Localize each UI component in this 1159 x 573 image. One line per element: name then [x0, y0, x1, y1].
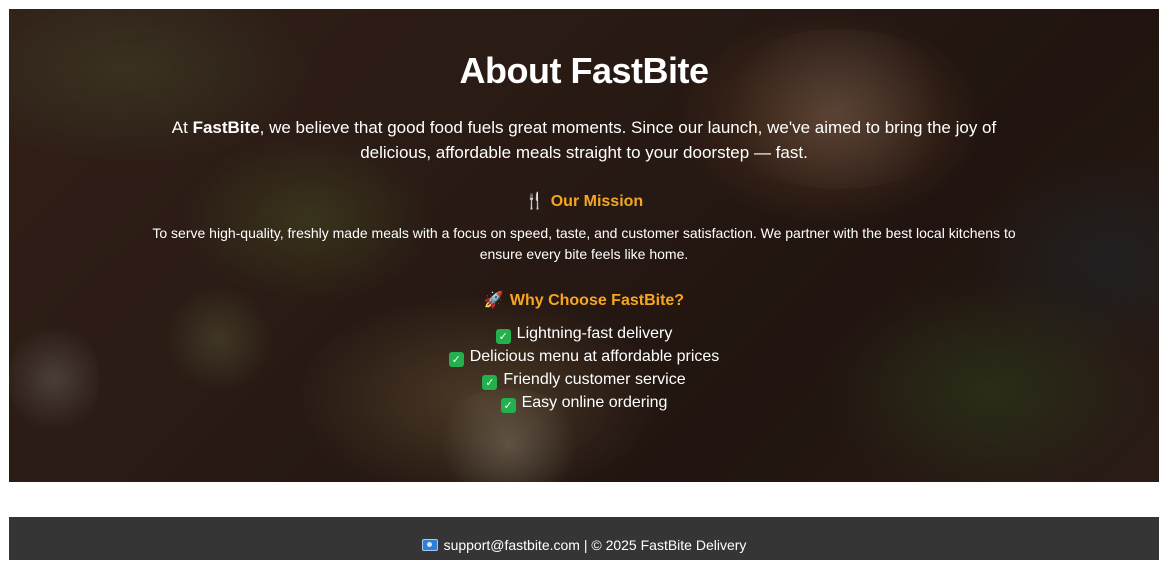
rocket-icon: 🚀: [483, 290, 504, 309]
check-box-icon: ✓: [500, 398, 516, 413]
feature-item: ✓ Easy online ordering: [9, 391, 1159, 414]
check-box-icon: ✓: [482, 375, 498, 390]
mission-text: To serve high-quality, freshly made meal…: [152, 225, 1016, 262]
why-heading: 🚀 Why Choose FastBite?: [9, 290, 1159, 310]
fork-knife-icon: 🍴: [524, 191, 545, 210]
feature-text: Lightning-fast delivery: [516, 325, 673, 342]
feature-item: ✓ Lightning-fast delivery: [9, 322, 1159, 345]
feature-list: ✓ Lightning-fast delivery ✓ Delicious menu…: [9, 322, 1159, 414]
intro-prefix: At: [171, 118, 193, 137]
intro-paragraph: At FastBite, we believe that good food f…: [149, 115, 1019, 165]
mission-heading-text: Our Mission: [550, 193, 644, 210]
feature-item: ✓ Delicious menu at affordable prices: [9, 345, 1159, 368]
about-hero: About FastBite At FastBite, we believe t…: [9, 9, 1159, 482]
mission-heading: 🍴 Our Mission: [9, 191, 1159, 211]
why-heading-text: Why Choose FastBite?: [509, 292, 685, 309]
check-box-icon: ✓: [448, 352, 464, 367]
intro-rest: , we believe that good food fuels great …: [259, 118, 997, 162]
feature-text: Friendly customer service: [503, 371, 686, 388]
feature-item: ✓ Friendly customer service: [9, 368, 1159, 391]
site-footer: support@fastbite.com | © 2025 FastBite D…: [9, 517, 1159, 560]
check-box-icon: ✓: [495, 329, 511, 344]
intro-brand: FastBite: [192, 118, 260, 137]
page-title: About FastBite: [459, 50, 710, 91]
feature-text: Delicious menu at affordable prices: [469, 348, 720, 365]
feature-text: Easy online ordering: [521, 394, 668, 411]
support-email-link[interactable]: support@fastbite.com: [444, 537, 580, 553]
mail-icon: [421, 539, 438, 551]
copyright-text: | © 2025 FastBite Delivery: [579, 537, 747, 553]
about-content: About FastBite At FastBite, we believe t…: [9, 9, 1159, 482]
